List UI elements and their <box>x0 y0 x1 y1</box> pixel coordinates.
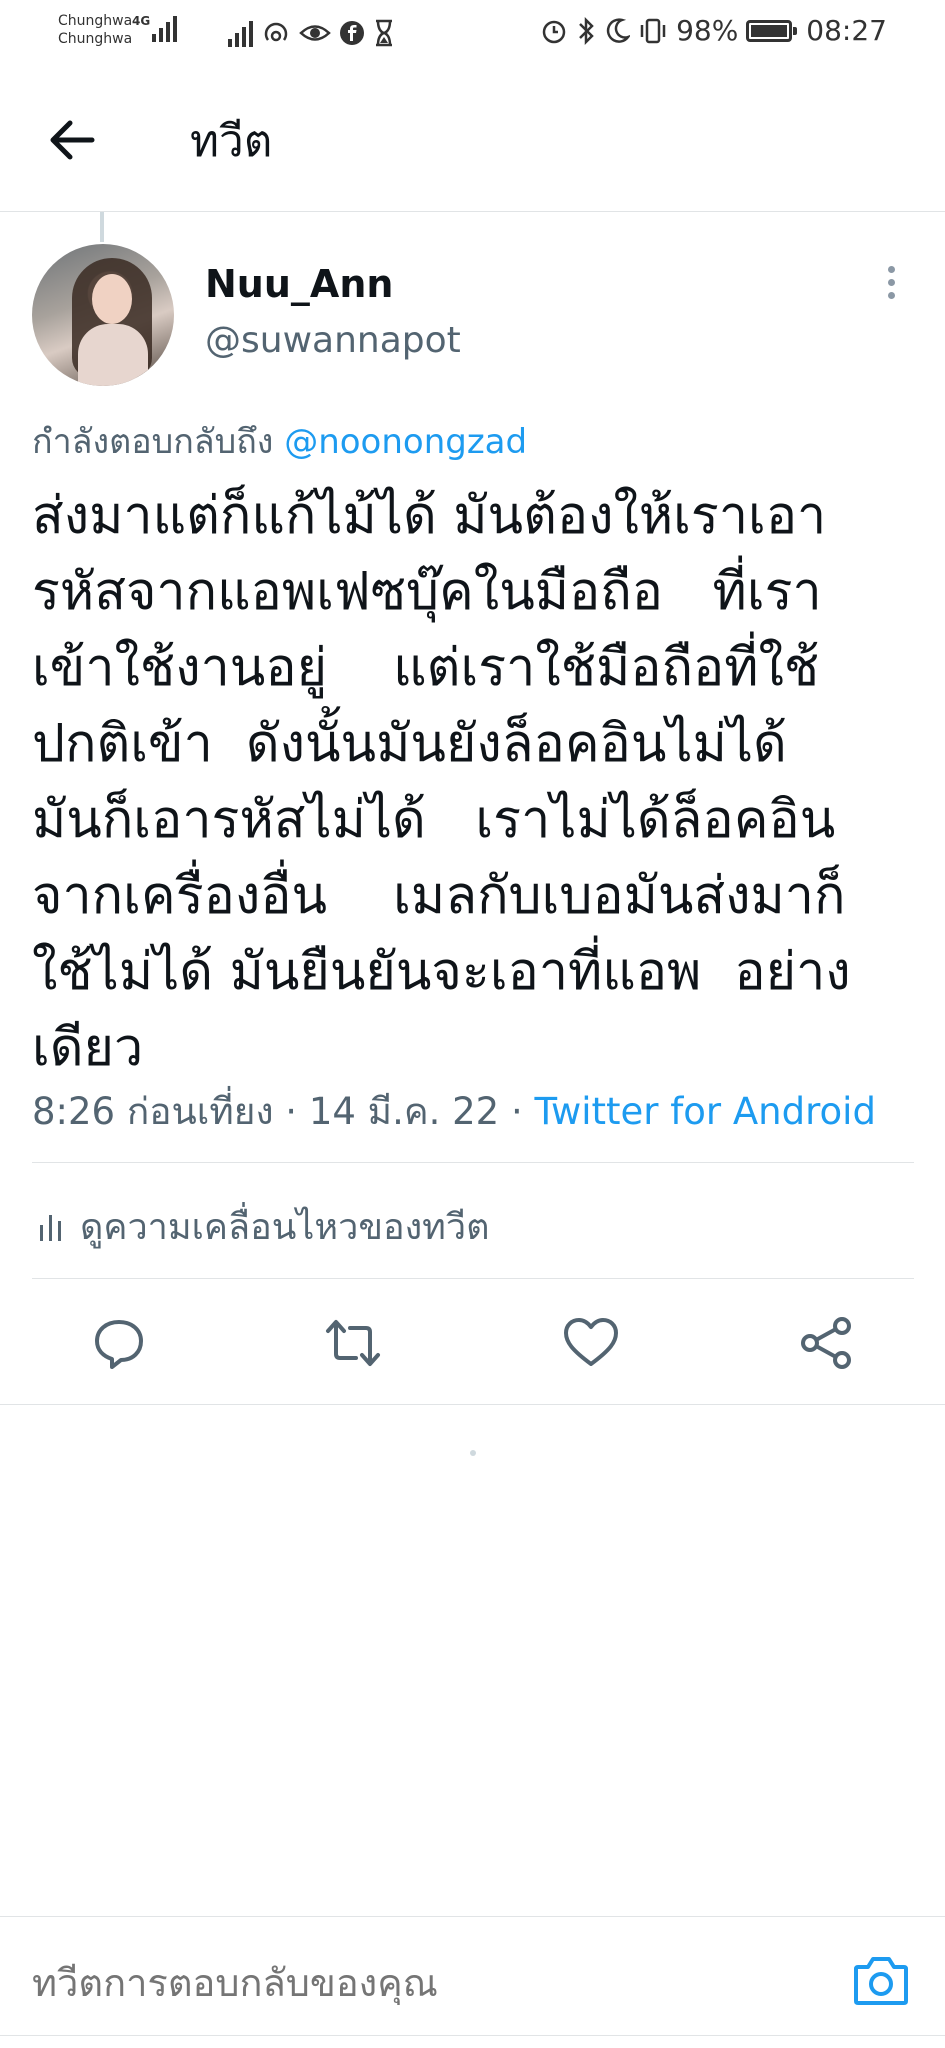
tweet-metadata: 8:26 ก่อนเที่ยง · 14 มี.ค. 22 · Twitter … <box>32 1082 876 1141</box>
status-right: 98% 08:27 <box>540 14 887 47</box>
moon-icon <box>606 17 631 43</box>
replying-to-label: กำลังตอบกลับถึง <box>32 422 285 462</box>
tweet-text: ส่งมาแต่ก็แก้ไม้ได้ มันต้องให้เราเอา รหั… <box>32 486 851 1078</box>
wifi-hotspot-icon <box>264 22 288 42</box>
tweet-detail-screen: Chunghwa Chunghwa 4G 98% 08:27 ทวีต Nuu_… <box>0 0 945 2048</box>
reply-composer <box>0 1916 945 2036</box>
tweet-activity-label: ดูความเคลื่อนไหวของทวีต <box>80 1207 490 1248</box>
app-header: ทวีต <box>0 66 945 212</box>
more-options-icon[interactable] <box>876 266 906 306</box>
camera-icon[interactable] <box>852 1953 910 2007</box>
tweet-source[interactable]: Twitter for Android <box>534 1090 875 1133</box>
status-bar: Chunghwa Chunghwa 4G 98% 08:27 <box>0 0 945 66</box>
hourglass-icon <box>376 19 392 47</box>
battery-percent: 98% <box>676 14 739 47</box>
timestamp[interactable]: 8:26 ก่อนเที่ยง · 14 มี.ค. 22 · <box>32 1090 534 1133</box>
divider <box>0 1404 945 1405</box>
vibrate-icon <box>640 18 666 43</box>
clock: 08:27 <box>806 14 887 47</box>
eye-icon <box>299 25 331 41</box>
loading-indicator <box>470 1450 476 1456</box>
tweet-actions <box>0 1300 945 1386</box>
share-icon[interactable] <box>798 1314 856 1372</box>
back-arrow-icon[interactable] <box>42 110 102 170</box>
page-title: ทวีต <box>190 116 273 167</box>
alarm-icon <box>542 20 566 43</box>
battery-icon <box>746 19 798 42</box>
tweet-activity-link[interactable]: ดูความเคลื่อนไหวของทวีต <box>38 1198 489 1255</box>
reply-icon[interactable] <box>90 1314 148 1372</box>
carrier-names: Chunghwa Chunghwa <box>58 12 132 48</box>
signal-2-icon <box>228 19 253 47</box>
thread-connector <box>100 212 104 242</box>
analytics-icon <box>40 1214 61 1241</box>
signal-icon <box>152 14 177 42</box>
replying-to: กำลังตอบกลับถึง @noonongzad <box>32 414 527 468</box>
notification-icons <box>228 18 395 48</box>
mention-link[interactable]: @noonongzad <box>284 422 527 462</box>
retweet-icon[interactable] <box>324 1314 382 1372</box>
carrier-1: Chunghwa <box>58 13 133 29</box>
display-name[interactable]: Nuu_Ann <box>205 262 393 306</box>
divider <box>32 1278 914 1279</box>
heart-icon[interactable] <box>562 1314 620 1372</box>
network-type: 4G <box>132 14 151 28</box>
facebook-icon <box>340 21 364 45</box>
bluetooth-icon <box>579 16 594 45</box>
user-handle[interactable]: @suwannapot <box>205 320 461 361</box>
avatar[interactable] <box>32 244 174 386</box>
divider <box>32 1162 914 1163</box>
reply-input[interactable] <box>32 1961 792 2005</box>
carrier-2: Chunghwa <box>58 31 133 47</box>
